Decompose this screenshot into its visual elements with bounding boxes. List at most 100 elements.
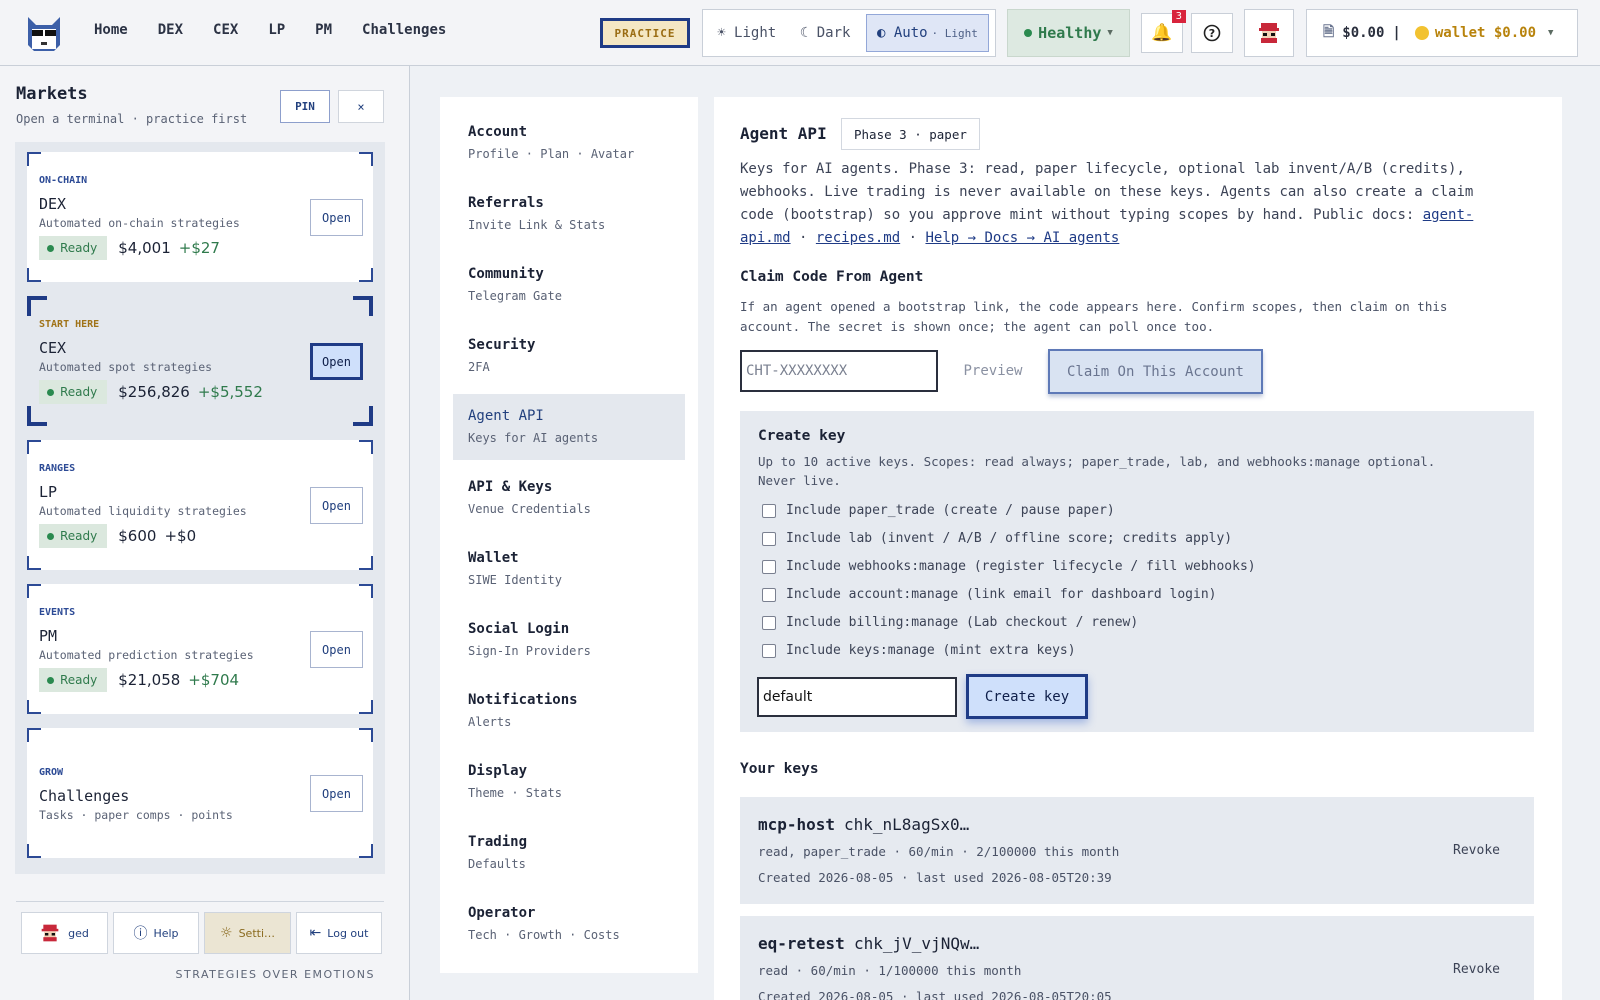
- status-badge: Ready: [39, 380, 108, 404]
- market-value: $4,001: [118, 239, 171, 257]
- avatar-icon: [41, 924, 59, 942]
- panel-description: Keys for AI agents. Phase 3: read, paper…: [740, 158, 1500, 250]
- market-delta: +$27: [178, 239, 220, 257]
- create-key-button[interactable]: Create key: [966, 674, 1088, 719]
- settings-nav-referrals[interactable]: Referrals Invite Link & Stats: [453, 181, 685, 247]
- market-delta: +$5,552: [197, 383, 263, 401]
- claim-on-account-button[interactable]: Claim On This Account: [1048, 349, 1263, 394]
- key-name: mcp-host: [758, 815, 836, 834]
- market-desc: Automated on-chain strategies: [39, 216, 240, 230]
- market-delta: +$704: [188, 671, 240, 689]
- open-cex-button[interactable]: Open: [310, 343, 363, 380]
- recipes-doc-link[interactable]: recipes.md: [816, 230, 900, 246]
- claim-section-desc: If an agent opened a bootstrap link, the…: [740, 299, 1448, 334]
- sun-gear-icon: ☼: [220, 925, 233, 941]
- key-meta: read, paper_trade · 60/min · 2/100000 th…: [758, 844, 1120, 859]
- separator: ·: [900, 230, 926, 246]
- key-created: Created 2026-08-05 · last used 2026-08-0…: [758, 989, 1112, 1000]
- preview-button[interactable]: Preview: [958, 352, 1028, 390]
- key-card: eq-retest chk_jV_vjNQw… read · 60/min · …: [740, 916, 1534, 1000]
- settings-nav-social-login[interactable]: Social Login Sign-In Providers: [453, 607, 685, 673]
- settings-nav-agent-api[interactable]: Agent API Keys for AI agents: [453, 394, 685, 460]
- settings-nav-security[interactable]: Security 2FA: [453, 323, 685, 389]
- status-badge: Ready: [39, 236, 108, 260]
- settings-button[interactable]: ☼ Setti…: [204, 912, 291, 954]
- key-name-input[interactable]: [757, 677, 957, 717]
- nav-lp[interactable]: LP: [268, 22, 285, 38]
- username-label: ged: [68, 926, 89, 940]
- close-sidebar-button[interactable]: ×: [338, 90, 384, 123]
- market-card-dex: ON-CHAIN DEX Automated on-chain strategi…: [27, 152, 373, 282]
- scope-webhooks-checkbox[interactable]: Include webhooks:manage (register lifecy…: [762, 559, 1256, 574]
- key-created: Created 2026-08-05 · last used 2026-08-0…: [758, 870, 1112, 885]
- nav-cex[interactable]: CEX: [213, 22, 238, 38]
- settings-nav-notifications[interactable]: Notifications Alerts: [453, 678, 685, 744]
- market-name: PM: [39, 627, 58, 645]
- help-docs-link[interactable]: Help → Docs → AI agents: [925, 230, 1119, 246]
- markets-sidebar: Markets Open a terminal · practice first…: [0, 66, 410, 1000]
- market-value: $21,058: [118, 671, 181, 689]
- help-footer-button[interactable]: ⓘ Help: [113, 912, 199, 954]
- scope-paper-trade-checkbox[interactable]: Include paper_trade (create / pause pape…: [762, 503, 1115, 518]
- logout-button[interactable]: ⇤ Log out: [296, 912, 382, 954]
- market-stats: Ready $4,001 +$27: [39, 236, 220, 260]
- avatar-button[interactable]: [1244, 9, 1294, 57]
- chevron-down-icon: ▼: [1548, 28, 1554, 38]
- open-dex-button[interactable]: Open: [310, 199, 363, 236]
- help-circle-icon: ⓘ: [133, 926, 148, 942]
- create-key-desc: Up to 10 active keys. Scopes: read alway…: [758, 454, 1436, 488]
- settings-nav-community[interactable]: Community Telegram Gate: [453, 252, 685, 318]
- sidebar-subtitle: Open a terminal · practice first: [16, 112, 248, 126]
- settings-nav-trading[interactable]: Trading Defaults: [453, 820, 685, 886]
- logout-icon: ⇤: [309, 925, 322, 941]
- open-challenges-button[interactable]: Open: [310, 775, 363, 812]
- theme-auto-label: ◐ Auto: [876, 25, 928, 41]
- help-button[interactable]: ?: [1191, 13, 1233, 53]
- scope-account-checkbox[interactable]: Include account:manage (link email for d…: [762, 587, 1216, 602]
- health-status-button[interactable]: Healthy ▼: [1007, 9, 1130, 57]
- theme-auto-button[interactable]: ◐ Auto · Light: [865, 14, 989, 52]
- market-name: CEX: [39, 339, 67, 357]
- your-keys-title: Your keys: [740, 761, 819, 777]
- scope-keys-checkbox[interactable]: Include keys:manage (mint extra keys): [762, 643, 1076, 658]
- theme-light-button[interactable]: ☀ Light: [709, 14, 784, 52]
- market-name: DEX: [39, 195, 67, 213]
- market-stats: Ready $256,826 +$5,552: [39, 380, 263, 404]
- wallet-separator: |: [1392, 25, 1401, 41]
- settings-nav-operator[interactable]: Operator Tech · Growth · Costs: [453, 891, 685, 957]
- scope-lab-checkbox[interactable]: Include lab (invent / A/B / offline scor…: [762, 531, 1232, 546]
- main-nav: Home DEX CEX LP PM Challenges: [94, 22, 476, 38]
- nav-pm[interactable]: PM: [315, 22, 332, 38]
- wallet-button[interactable]: 🗎 $0.00 | wallet $0.00 ▼: [1306, 9, 1578, 57]
- settings-nav-wallet[interactable]: Wallet SIWE Identity: [453, 536, 685, 602]
- theme-dark-button[interactable]: ☾ Dark: [788, 14, 861, 52]
- practice-mode-badge[interactable]: PRACTICE: [600, 18, 690, 48]
- health-dot-icon: [1024, 29, 1033, 37]
- bell-icon: 🔔: [1151, 23, 1173, 43]
- pin-button[interactable]: PIN: [280, 90, 330, 123]
- settings-nav-account[interactable]: Account Profile · Plan · Avatar: [453, 110, 685, 176]
- profile-button[interactable]: ged: [21, 912, 108, 954]
- scope-billing-checkbox[interactable]: Include billing:manage (Lab checkout / r…: [762, 615, 1138, 630]
- open-pm-button[interactable]: Open: [310, 631, 363, 668]
- nav-challenges[interactable]: Challenges: [362, 22, 446, 38]
- market-list: ON-CHAIN DEX Automated on-chain strategi…: [15, 142, 385, 874]
- revoke-key-button[interactable]: Revoke: [1453, 962, 1500, 977]
- open-lp-button[interactable]: Open: [310, 487, 363, 524]
- claim-section-title: Claim Code From Agent: [740, 269, 924, 285]
- nav-dex[interactable]: DEX: [158, 22, 183, 38]
- sidebar-footer: ged ⓘ Help ☼ Setti… ⇤ Log out: [21, 912, 382, 954]
- revoke-key-button[interactable]: Revoke: [1453, 843, 1500, 858]
- sidebar-title: Markets: [16, 84, 88, 104]
- logo-icon[interactable]: [24, 15, 64, 53]
- settings-nav-display[interactable]: Display Theme · Stats: [453, 749, 685, 815]
- settings-nav-api-keys[interactable]: API & Keys Venue Credentials: [453, 465, 685, 531]
- notifications-button[interactable]: 🔔 3: [1141, 10, 1186, 53]
- market-tag: GROW: [39, 767, 64, 778]
- logout-label: Log out: [327, 926, 369, 940]
- nav-home[interactable]: Home: [94, 22, 128, 38]
- market-name: Challenges: [39, 787, 130, 805]
- theme-auto-sub: · Light: [931, 26, 978, 40]
- create-key-title: Create key: [758, 428, 846, 444]
- claim-code-input[interactable]: [740, 350, 938, 392]
